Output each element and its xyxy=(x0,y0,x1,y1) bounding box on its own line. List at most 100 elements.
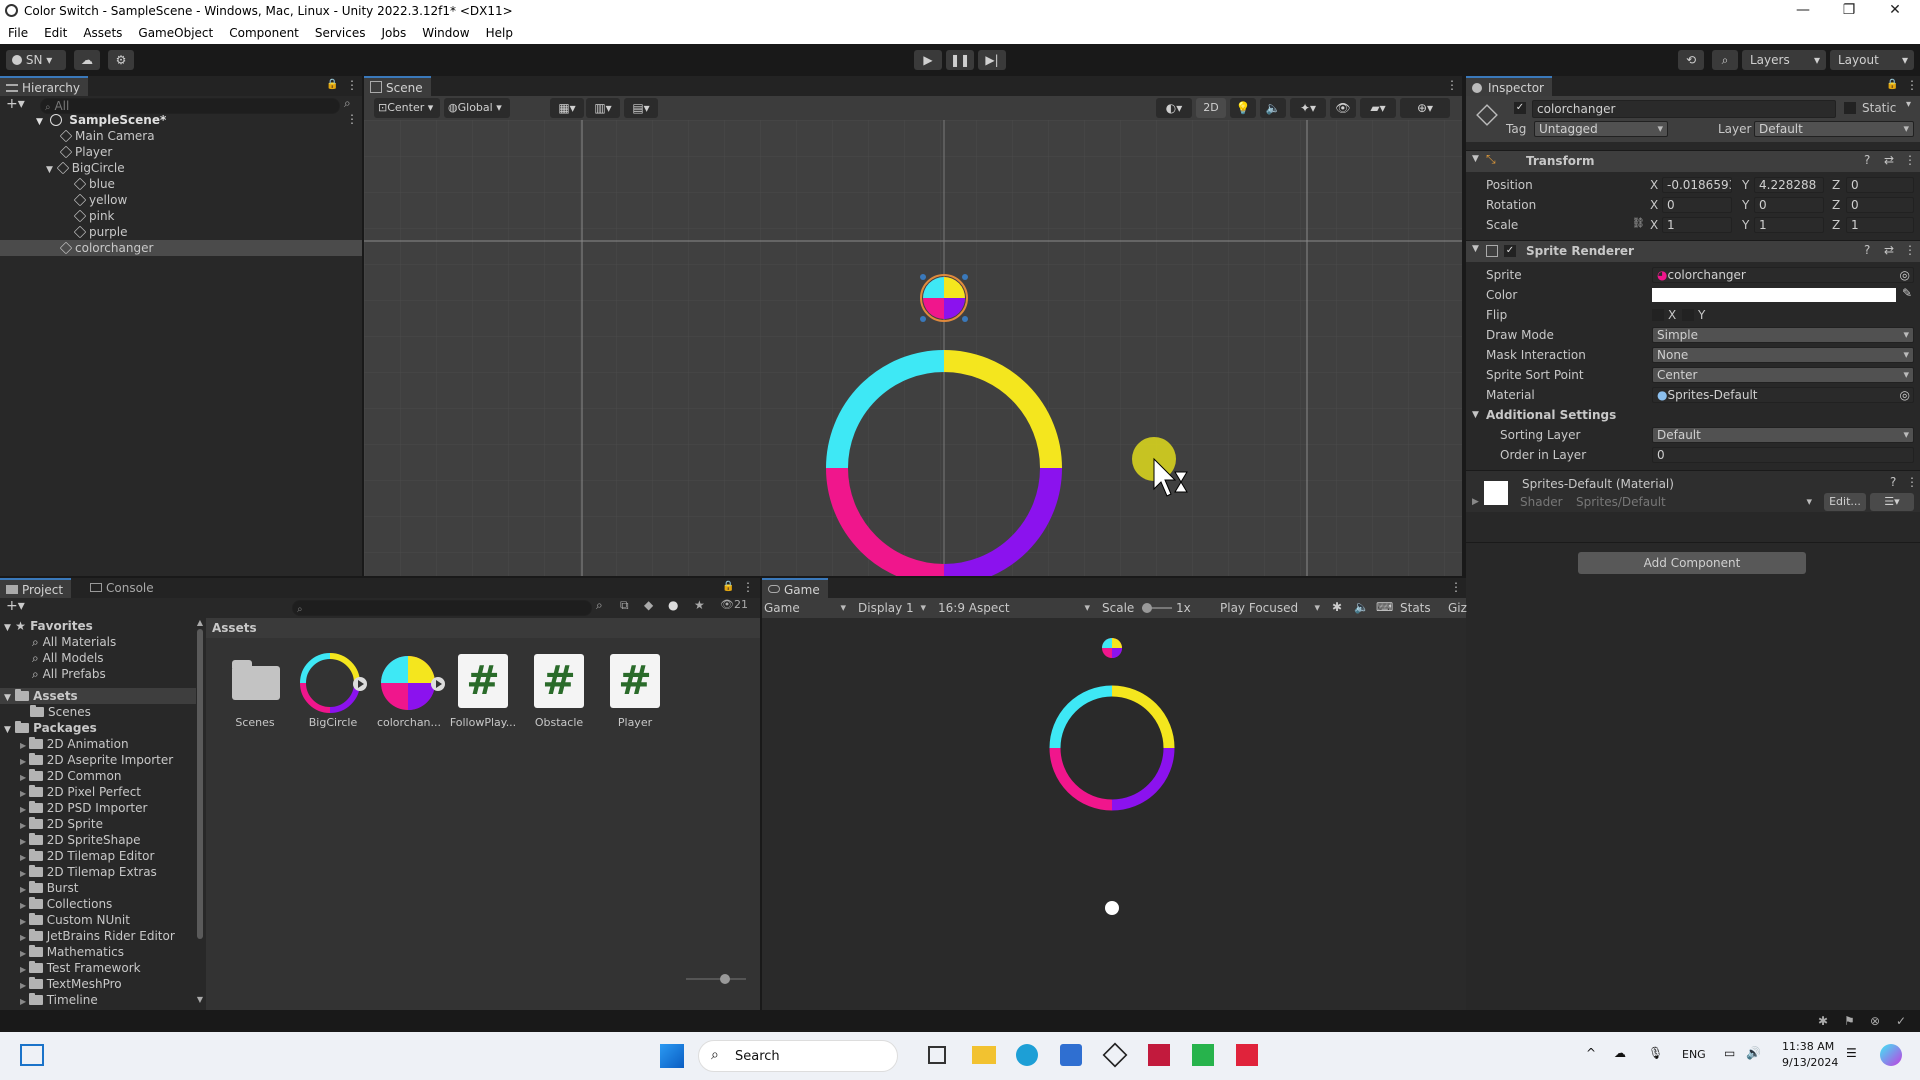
shader-dropdown[interactable]: Sprites/Default xyxy=(1572,495,1816,511)
hierarchy-scene-row[interactable]: ▼ SampleScene* xyxy=(36,112,356,128)
grid-toggle-button[interactable]: ▥▾ xyxy=(586,98,620,118)
start-icon[interactable] xyxy=(660,1044,684,1068)
increment-snap-button[interactable]: ▤▾ xyxy=(624,98,658,118)
tab-scene[interactable]: Scene xyxy=(364,76,431,96)
menu-file[interactable]: File xyxy=(0,26,36,40)
tag-dropdown[interactable]: Untagged xyxy=(1534,121,1668,137)
hierarchy-item-bigcircle[interactable]: ▼ BigCircle xyxy=(46,160,125,176)
scene-more-icon[interactable]: ⋮ xyxy=(346,112,358,126)
scale-x-field[interactable]: 1 xyxy=(1662,217,1732,233)
favorites-all-materials[interactable]: ⌕ All Materials xyxy=(32,634,116,650)
package-folder-row[interactable]: ▶ 2D Tilemap Editor xyxy=(20,848,154,864)
layers-dropdown[interactable]: Layers ▾ xyxy=(1742,50,1826,70)
notifications-icon[interactable]: ☰ xyxy=(1846,1046,1857,1060)
object-picker-icon[interactable]: ◎ xyxy=(1900,268,1910,282)
scene-search-icon[interactable]: ⌕ xyxy=(344,96,351,111)
more-menu-icon[interactable]: ⋮ xyxy=(1450,580,1462,594)
cloud-off-icon[interactable]: ☁ xyxy=(1614,1046,1626,1060)
enabled-checkbox[interactable]: ✓ xyxy=(1504,245,1516,257)
store-icon[interactable] xyxy=(1060,1044,1082,1066)
app-icon[interactable] xyxy=(1236,1044,1258,1066)
asset-scenes-folder[interactable] xyxy=(228,654,284,704)
log-icon[interactable]: ● xyxy=(668,598,678,612)
help-icon[interactable]: ? xyxy=(1864,243,1870,257)
filter-label-icon[interactable]: ◆ xyxy=(644,598,653,612)
scroll-down-icon[interactable]: ▼ xyxy=(196,995,204,1004)
more-menu-icon[interactable]: ⋮ xyxy=(1906,475,1918,489)
search-button[interactable]: ⌕ xyxy=(1712,50,1738,70)
thumbnail-size-slider[interactable] xyxy=(686,974,746,984)
cloud-button[interactable]: ☁ xyxy=(74,50,100,70)
camera-button[interactable]: ▰▾ xyxy=(1360,98,1396,118)
rider-icon[interactable] xyxy=(1148,1044,1170,1066)
package-folder-row[interactable]: ▶ Test Framework xyxy=(20,960,141,976)
menu-assets[interactable]: Assets xyxy=(75,26,130,40)
link-scale-icon[interactable]: ⛓ xyxy=(1632,218,1645,229)
visibility-button[interactable]: 👁 xyxy=(1330,98,1356,118)
expand-arrow-icon[interactable]: ▼ xyxy=(1472,410,1479,420)
minimize-icon[interactable]: — xyxy=(1780,0,1826,22)
project-search-input[interactable]: ⌕ xyxy=(292,600,592,616)
taskbar-search-box[interactable]: ⌕ Search xyxy=(698,1040,898,1072)
tree-scrollbar[interactable]: ▲ ▼ xyxy=(196,618,204,1004)
lock-icon[interactable]: 🔒 xyxy=(326,79,338,90)
colorchanger-sprite[interactable] xyxy=(920,274,968,322)
search-scope-icon[interactable]: ⌕ xyxy=(596,598,603,613)
package-folder-row[interactable]: ▶ JetBrains Rider Editor xyxy=(20,928,175,944)
account-button[interactable]: SN ▾ xyxy=(6,50,66,70)
history-button[interactable]: ⟲ xyxy=(1678,50,1704,70)
mute-icon[interactable]: 🔈 xyxy=(1354,600,1369,614)
scene-viewport[interactable] xyxy=(364,120,1462,576)
package-folder-row[interactable]: ▶ Custom NUnit xyxy=(20,912,130,928)
effects-button[interactable]: ✦▾ xyxy=(1290,98,1326,118)
help-icon[interactable]: ? xyxy=(1864,153,1870,167)
position-y-field[interactable]: 4.228288 xyxy=(1754,177,1824,193)
microphone-icon[interactable]: 🎙 xyxy=(1648,1046,1663,1060)
object-name-input[interactable]: colorchanger xyxy=(1532,100,1836,118)
expand-arrow-icon[interactable]: ▶ xyxy=(1472,497,1479,507)
sort-point-dropdown[interactable]: Center xyxy=(1652,367,1914,383)
scroll-up-icon[interactable]: ▲ xyxy=(196,618,204,627)
slider-handle[interactable] xyxy=(720,974,730,984)
filter-type-icon[interactable]: ⧉ xyxy=(620,598,629,613)
draw-mode-button[interactable]: ◐▾ xyxy=(1156,98,1192,118)
pivot-dropdown[interactable]: ⊡Center ▾ xyxy=(374,98,440,118)
aspect-dropdown[interactable]: 16:9 Aspect xyxy=(938,598,1094,618)
eyedropper-icon[interactable]: ✎ xyxy=(1902,286,1912,300)
more-menu-icon[interactable]: ⋮ xyxy=(346,78,358,92)
display-icon[interactable]: ▭ xyxy=(1724,1046,1735,1060)
package-folder-row[interactable]: ▶ 2D Pixel Perfect xyxy=(20,784,141,800)
flip-y-checkbox[interactable] xyxy=(1682,309,1694,321)
network-icon[interactable]: ⊗ xyxy=(1870,1014,1880,1028)
more-menu-icon[interactable]: ⋮ xyxy=(1906,78,1918,92)
grid-snap-button[interactable]: ▦▾ xyxy=(550,98,584,118)
mask-interaction-dropdown[interactable]: None xyxy=(1652,347,1914,363)
script-icon[interactable]: # xyxy=(458,654,508,708)
package-folder-row[interactable]: ▶ 2D PSD Importer xyxy=(20,800,147,816)
package-folder-row[interactable]: ▶ Mathematics xyxy=(20,944,124,960)
hierarchy-item-blue[interactable]: blue xyxy=(73,176,115,192)
order-in-layer-field[interactable]: 0 xyxy=(1652,447,1914,463)
preset-icon[interactable]: ⇄ xyxy=(1884,243,1894,257)
package-folder-row[interactable]: ▶ 2D Animation xyxy=(20,736,129,752)
preset-icon[interactable]: ⇄ xyxy=(1884,153,1894,167)
package-folder-row[interactable]: ▶ TextMeshPro xyxy=(20,976,122,992)
menu-gameobject[interactable]: GameObject xyxy=(130,26,221,40)
play-focused-dropdown[interactable]: Play Focused xyxy=(1220,598,1324,618)
play-button[interactable]: ▶ xyxy=(914,50,942,70)
more-menu-icon[interactable]: ⋮ xyxy=(1904,243,1916,257)
clock-date[interactable]: 9/13/2024 xyxy=(1782,1056,1838,1069)
menu-window[interactable]: Window xyxy=(414,26,477,40)
more-menu-icon[interactable]: ⋮ xyxy=(1446,78,1458,92)
package-folder-row[interactable]: ▶ 2D Aseprite Importer xyxy=(20,752,173,768)
game-mode-dropdown[interactable]: Game xyxy=(764,598,850,618)
layer-dropdown[interactable]: Default xyxy=(1754,121,1914,137)
sprite-field[interactable]: ◕colorchanger ◎ xyxy=(1652,267,1914,283)
gizmos-button[interactable]: Giz xyxy=(1448,599,1467,617)
step-button[interactable]: ▶| xyxy=(978,50,1006,70)
hierarchy-item-main-camera[interactable]: Main Camera xyxy=(59,128,155,144)
slider-handle[interactable] xyxy=(1142,603,1152,613)
rotation-z-field[interactable]: 0 xyxy=(1846,197,1914,213)
unity-hub-icon[interactable] xyxy=(1102,1042,1128,1068)
debug-icon[interactable]: ⚑ xyxy=(1844,1014,1855,1028)
